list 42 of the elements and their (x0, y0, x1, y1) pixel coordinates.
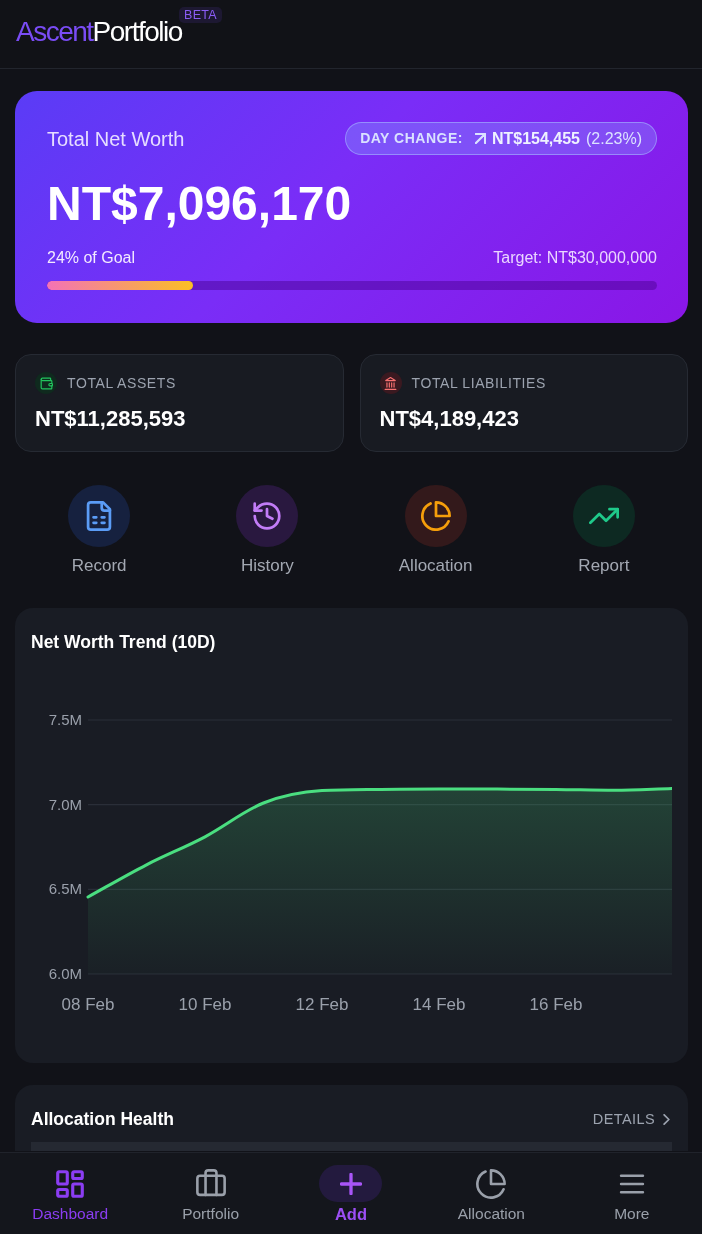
app-logo: AscentPortfolio (16, 17, 182, 46)
nav-tab[interactable]: More (614, 1153, 650, 1225)
nav-tab[interactable]: Allocation (457, 1153, 525, 1225)
x-axis-label: 10 Feb (178, 995, 232, 1014)
quick-action-button[interactable]: Report (572, 485, 635, 577)
briefcase-icon (195, 1168, 226, 1199)
day-change-percent: (2.23%) (585, 128, 642, 149)
chart-title: Net Worth Trend (10D) (31, 632, 217, 652)
x-axis-label: 08 Feb (61, 995, 115, 1014)
quick-action-button[interactable]: Allocation (398, 485, 473, 577)
goal-target: Target: NT$30,000,000 (493, 248, 657, 268)
day-change-amount: NT$154,455 (491, 128, 580, 149)
nav-tab[interactable]: Portfolio (182, 1153, 240, 1225)
goal-percent: 24% of Goal (47, 248, 136, 268)
wallet-icon (35, 372, 57, 394)
y-axis-label: 6.0M (48, 965, 82, 982)
day-change-label: DAY CHANGE: (360, 129, 463, 148)
y-axis-label: 6.5M (48, 880, 82, 898)
summary-label: TOTAL ASSETS (67, 373, 176, 393)
quick-action-button[interactable]: History (236, 485, 299, 577)
y-axis-label: 7.0M (48, 795, 82, 813)
x-axis-label: 14 Feb (412, 995, 466, 1014)
net-worth-label: Total Net Worth (47, 126, 185, 152)
net-worth-value: NT$7,096,170 (47, 177, 353, 230)
x-axis-label: 16 Feb (529, 995, 583, 1014)
beta-badge: BETA (179, 6, 222, 23)
quick-action-button[interactable]: Record (68, 485, 131, 577)
summary-value: NT$11,285,593 (35, 405, 187, 433)
bank-icon (379, 372, 402, 394)
chevron-right-icon (661, 1113, 672, 1125)
pie-chart-icon (476, 1168, 507, 1199)
summary-value: NT$4,189,423 (379, 405, 520, 433)
details-link[interactable]: DETAILS (592, 1109, 672, 1129)
grid-icon (55, 1168, 86, 1199)
y-axis-label: 7.5M (48, 711, 82, 728)
nav-tab[interactable]: Add (319, 1153, 383, 1225)
nav-tab[interactable]: Dashboard (32, 1153, 109, 1225)
x-axis-label: 12 Feb (295, 995, 349, 1014)
card-title: Allocation Health (31, 1109, 174, 1129)
summary-label: TOTAL LIABILITIES (411, 373, 546, 393)
plus-icon (319, 1165, 383, 1202)
arrow-up-right-icon (474, 133, 486, 144)
